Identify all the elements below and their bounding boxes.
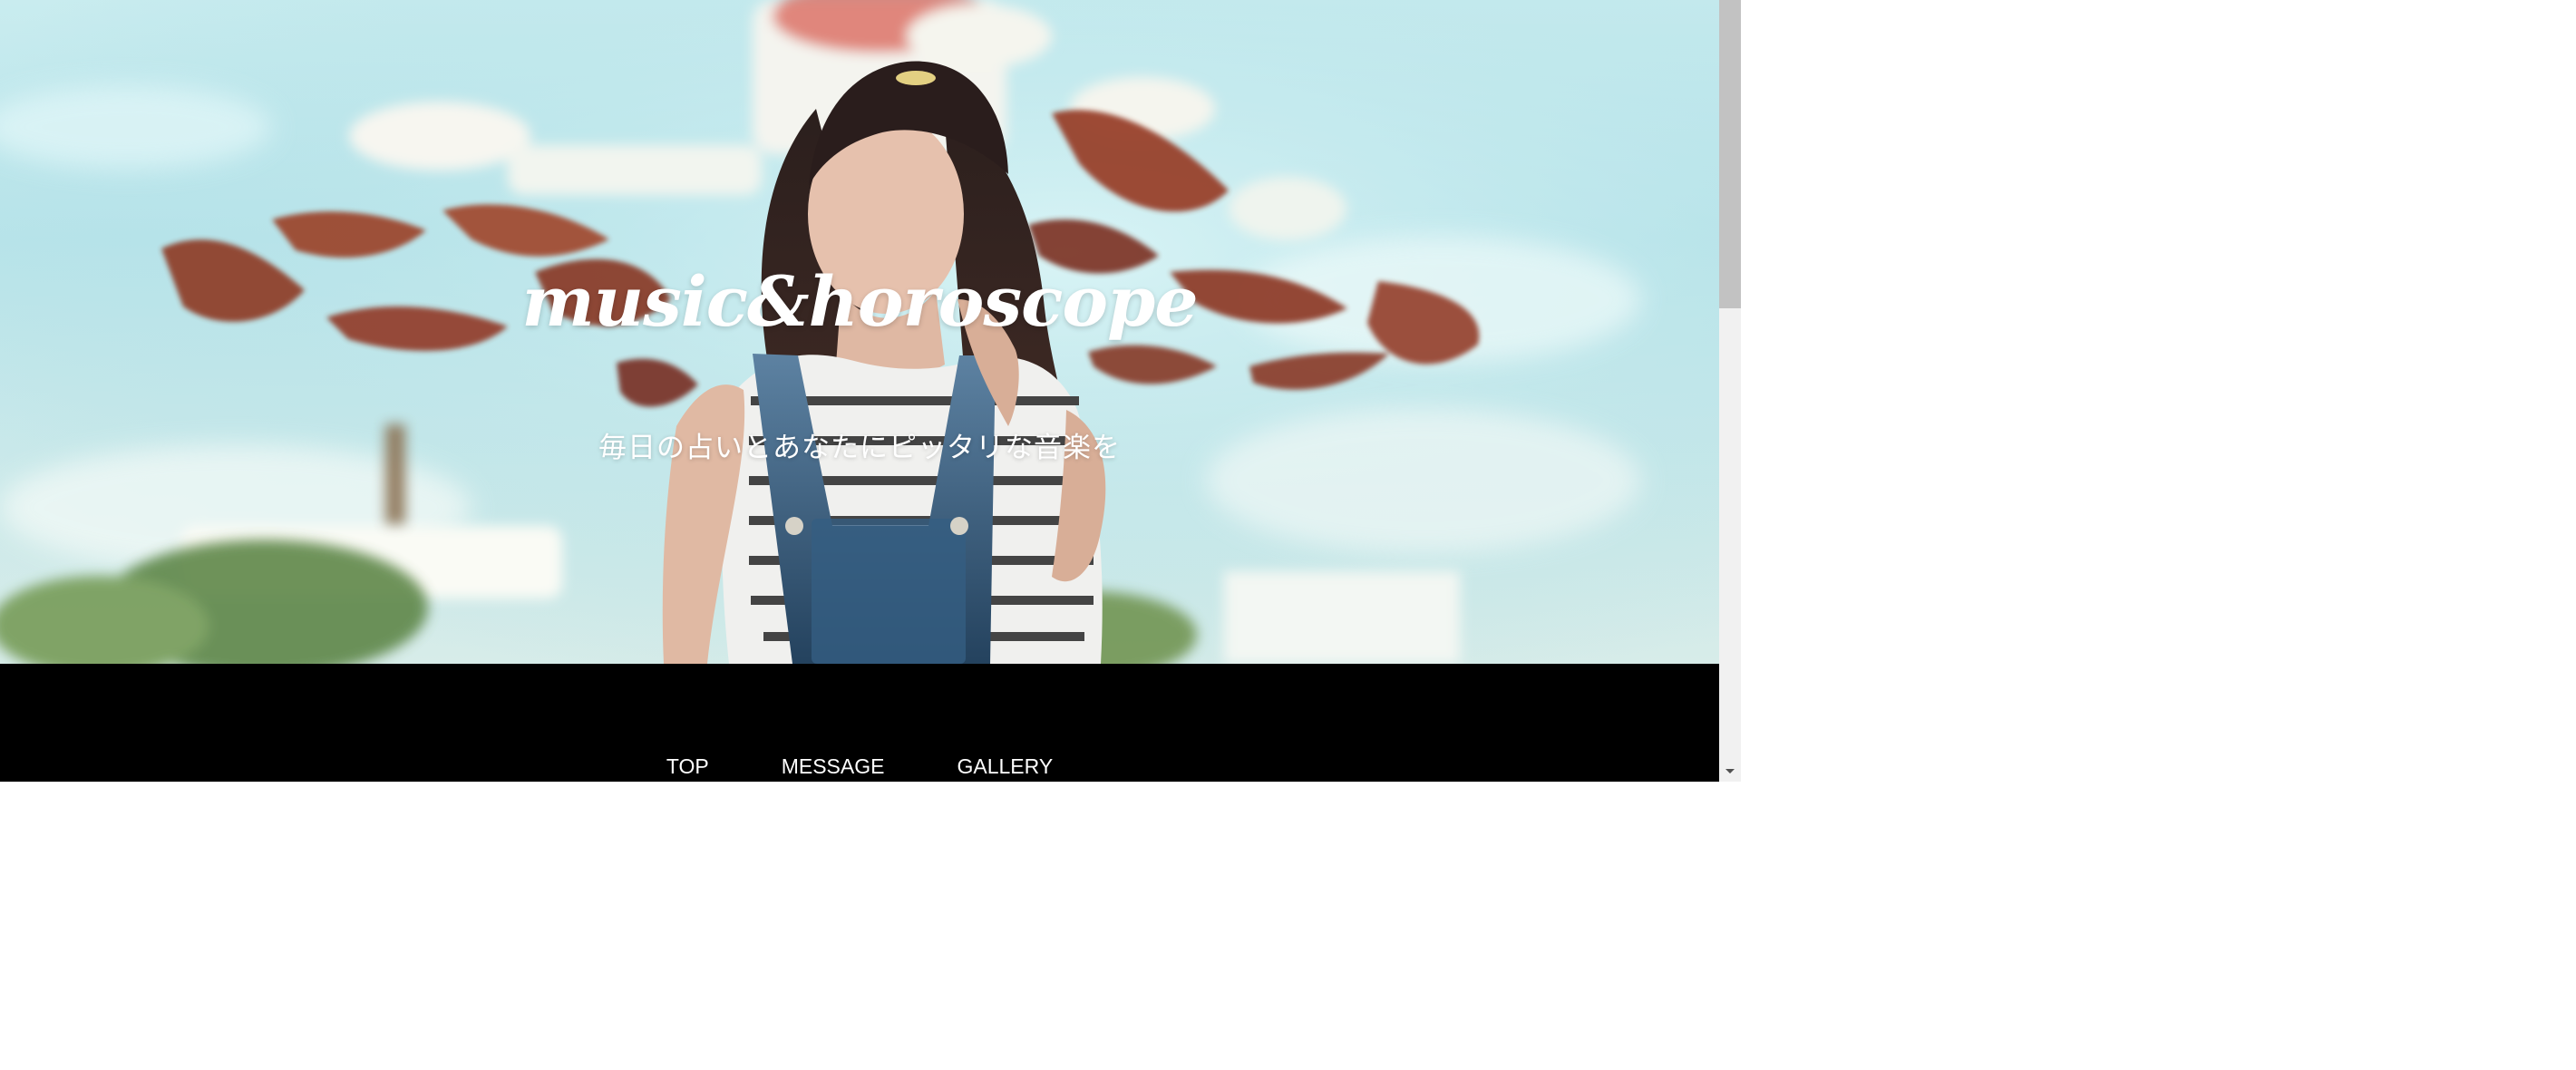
hero-banner: music&horoscope 毎日の占いとあなたにピッタリな音楽を (0, 0, 1719, 664)
nav-item-gallery[interactable]: GALLERY (957, 751, 1053, 782)
website-page: music&horoscope 毎日の占いとあなたにピッタリな音楽を TOP M… (0, 0, 1719, 782)
main-navigation: TOP MESSAGE GALLERY (0, 664, 1719, 782)
navigation-list: TOP MESSAGE GALLERY (0, 751, 1719, 782)
site-tagline: 毎日の占いとあなたにピッタリな音楽を (598, 432, 1121, 464)
vertical-scrollbar[interactable] (1719, 0, 1741, 782)
nav-item-message[interactable]: MESSAGE (782, 751, 885, 782)
site-title[interactable]: music&horoscope (0, 261, 1719, 342)
nav-item-top[interactable]: TOP (666, 751, 709, 782)
scroll-down-arrow-icon[interactable] (1719, 760, 1741, 782)
scrollbar-thumb[interactable] (1719, 0, 1741, 308)
browser-viewport: music&horoscope 毎日の占いとあなたにピッタリな音楽を TOP M… (0, 0, 1741, 782)
